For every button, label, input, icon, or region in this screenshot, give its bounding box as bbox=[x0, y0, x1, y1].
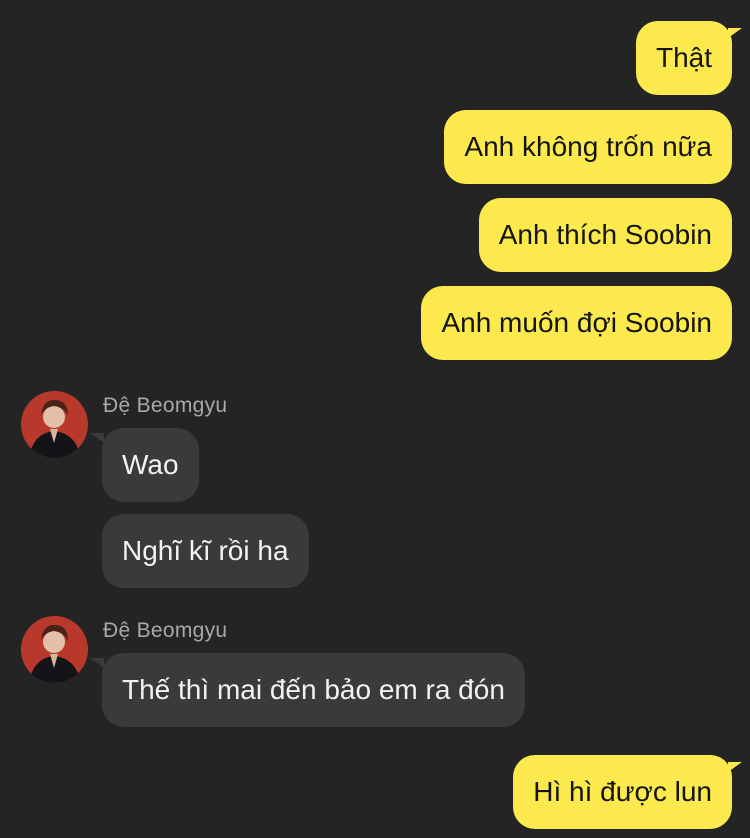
outgoing-message[interactable]: Thật bbox=[635, 21, 732, 95]
user-avatar-icon bbox=[21, 616, 88, 683]
outgoing-bubble-tail bbox=[728, 762, 742, 772]
outgoing-message[interactable]: Hì hì được lun bbox=[513, 755, 732, 829]
outgoing-message[interactable]: Anh muốn đợi Soobin bbox=[421, 286, 732, 360]
incoming-bubble-tail bbox=[90, 658, 104, 668]
sender-avatar[interactable] bbox=[21, 391, 88, 458]
incoming-bubble-tail bbox=[90, 433, 104, 443]
outgoing-message[interactable]: Anh thích Soobin bbox=[478, 198, 732, 272]
incoming-message[interactable]: Thế thì mai đến bảo em ra đón bbox=[102, 653, 525, 727]
sender-name: Đệ Beomgyu bbox=[103, 394, 228, 417]
chat-area[interactable]: Thật Anh không trốn nữa Anh thích Soobin… bbox=[0, 0, 750, 838]
sender-avatar[interactable] bbox=[21, 616, 88, 683]
outgoing-bubble-tail bbox=[728, 28, 742, 38]
sender-name: Đệ Beomgyu bbox=[103, 619, 228, 642]
incoming-message[interactable]: Wao bbox=[102, 428, 199, 502]
incoming-message[interactable]: Nghĩ kĩ rồi ha bbox=[102, 514, 309, 588]
user-avatar-icon bbox=[21, 391, 88, 458]
outgoing-message[interactable]: Anh không trốn nữa bbox=[444, 110, 732, 184]
